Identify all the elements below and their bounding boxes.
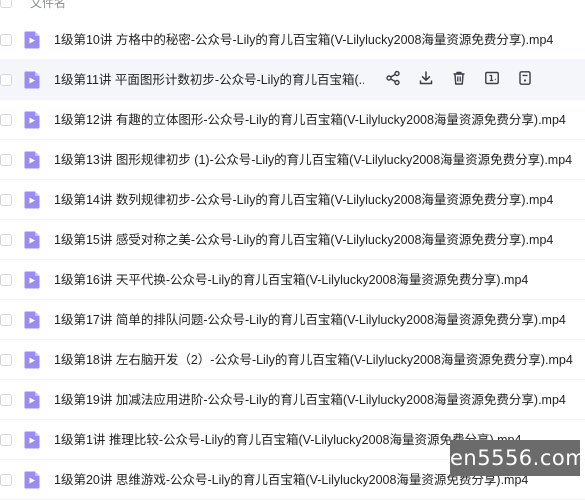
delete-button[interactable] xyxy=(449,70,469,90)
row-checkbox[interactable] xyxy=(0,234,12,246)
row-checkbox[interactable] xyxy=(0,194,12,206)
download-button[interactable] xyxy=(416,70,436,90)
row-checkbox[interactable] xyxy=(0,474,12,486)
video-file-icon xyxy=(24,391,40,409)
file-name[interactable]: 1级第17讲 简单的排队问题-公众号-Lily的育儿百宝箱(V-Lilyluck… xyxy=(54,300,566,340)
file-name[interactable]: 1级第10讲 方格中的秘密-公众号-Lily的育儿百宝箱(V-Lilylucky… xyxy=(54,20,553,60)
row-checkbox[interactable] xyxy=(0,314,12,326)
row-checkbox[interactable] xyxy=(0,154,12,166)
share-icon xyxy=(385,70,401,91)
watermark: en5556.com xyxy=(450,440,585,476)
row-checkbox[interactable] xyxy=(0,354,12,366)
video-file-icon xyxy=(24,351,40,369)
row-checkbox[interactable] xyxy=(0,74,12,86)
file-list-header: 文件名 xyxy=(0,0,585,12)
file-name[interactable]: 1级第18讲 左右脑开发（2）-公众号-Lily的育儿百宝箱(V-Lilyluc… xyxy=(54,340,573,380)
file-row[interactable]: 1级第17讲 简单的排队问题-公众号-Lily的育儿百宝箱(V-Lilyluck… xyxy=(0,300,585,340)
row-checkbox[interactable] xyxy=(0,114,12,126)
video-file-icon xyxy=(24,231,40,249)
file-name[interactable]: 1级第15讲 感受对称之美-公众号-Lily的育儿百宝箱(V-Lilylucky… xyxy=(54,220,553,260)
video-file-icon xyxy=(24,31,40,49)
row-checkbox[interactable] xyxy=(0,434,12,446)
row-checkbox[interactable] xyxy=(0,274,12,286)
file-row[interactable]: 1级第18讲 左右脑开发（2）-公众号-Lily的育儿百宝箱(V-Lilyluc… xyxy=(0,340,585,380)
file-name[interactable]: 1级第14讲 数列规律初步-公众号-Lily的育儿百宝箱(V-Lilylucky… xyxy=(54,180,553,220)
file-row[interactable]: 1级第15讲 感受对称之美-公众号-Lily的育儿百宝箱(V-Lilylucky… xyxy=(0,220,585,260)
file-row[interactable]: 1级第14讲 数列规律初步-公众号-Lily的育儿百宝箱(V-Lilylucky… xyxy=(0,180,585,220)
column-header-filename[interactable]: 文件名 xyxy=(30,0,66,11)
file-row[interactable]: 1级第16讲 天平代换-公众号-Lily的育儿百宝箱(V-Lilylucky20… xyxy=(0,260,585,300)
file-name[interactable]: 1级第11讲 平面图形计数初步-公众号-Lily的育儿百宝箱(... xyxy=(54,60,364,100)
video-file-icon xyxy=(24,71,40,89)
file-row[interactable]: 1级第19讲 加减法应用进阶-公众号-Lily的育儿百宝箱(V-Lilyluck… xyxy=(0,380,585,420)
video-file-icon xyxy=(24,111,40,129)
file-name[interactable]: 1级第16讲 天平代换-公众号-Lily的育儿百宝箱(V-Lilylucky20… xyxy=(54,260,528,300)
delete-icon xyxy=(451,70,467,91)
file-row[interactable]: 1级第12讲 有趣的立体图形-公众号-Lily的育儿百宝箱(V-Lilyluck… xyxy=(0,100,585,140)
rename-button[interactable] xyxy=(482,70,502,90)
download-icon xyxy=(418,70,434,91)
rename-icon xyxy=(484,70,500,91)
select-all-checkbox[interactable] xyxy=(0,0,12,8)
file-row[interactable]: 1级第10讲 方格中的秘密-公众号-Lily的育儿百宝箱(V-Lilylucky… xyxy=(0,20,585,60)
more-icon xyxy=(517,70,533,91)
file-name[interactable]: 1级第19讲 加减法应用进阶-公众号-Lily的育儿百宝箱(V-Lilyluck… xyxy=(54,380,566,420)
video-file-icon xyxy=(24,151,40,169)
more-button[interactable] xyxy=(515,70,535,90)
video-file-icon xyxy=(24,191,40,209)
video-file-icon xyxy=(24,431,40,449)
row-checkbox[interactable] xyxy=(0,394,12,406)
file-name[interactable]: 1级第12讲 有趣的立体图形-公众号-Lily的育儿百宝箱(V-Lilyluck… xyxy=(54,100,566,140)
row-checkbox[interactable] xyxy=(0,34,12,46)
video-file-icon xyxy=(24,471,40,489)
file-row[interactable]: 1级第13讲 图形规律初步 (1)-公众号-Lily的育儿百宝箱(V-Lilyl… xyxy=(0,140,585,180)
row-actions xyxy=(383,70,548,90)
file-row[interactable]: 1级第11讲 平面图形计数初步-公众号-Lily的育儿百宝箱(... xyxy=(0,60,585,100)
video-file-icon xyxy=(24,311,40,329)
file-name[interactable]: 1级第13讲 图形规律初步 (1)-公众号-Lily的育儿百宝箱(V-Lilyl… xyxy=(54,140,572,180)
video-file-icon xyxy=(24,271,40,289)
share-button[interactable] xyxy=(383,70,403,90)
